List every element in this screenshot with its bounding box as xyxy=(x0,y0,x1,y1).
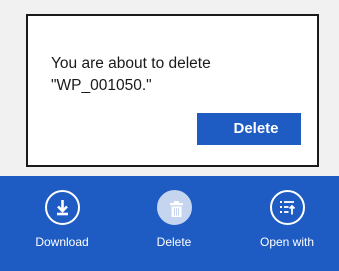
open-with-command[interactable]: Open with xyxy=(247,190,327,249)
confirm-delete-button[interactable]: Delete xyxy=(197,113,301,145)
delete-confirmation-message: You are about to delete "WP_001050." xyxy=(51,55,211,94)
download-label: Download xyxy=(35,235,89,249)
delete-label: Delete xyxy=(156,235,192,249)
open-with-icon xyxy=(269,190,305,225)
app-bar: Download Delete Open with xyxy=(0,176,339,271)
download-command[interactable]: Download xyxy=(22,190,102,249)
trash-icon xyxy=(156,190,192,225)
download-icon xyxy=(44,190,80,225)
open-with-label: Open with xyxy=(259,235,315,249)
delete-command[interactable]: Delete xyxy=(134,190,214,249)
delete-confirmation-flyout: You are about to delete "WP_001050." Del… xyxy=(26,14,319,167)
